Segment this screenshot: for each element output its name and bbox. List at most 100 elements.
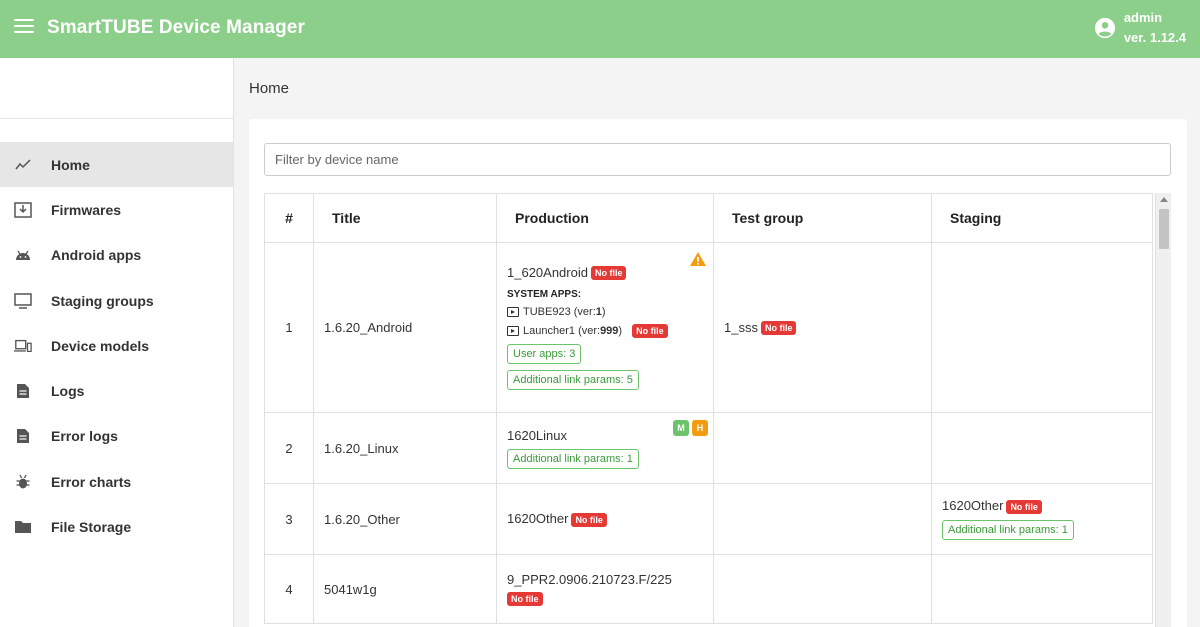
sidebar-item-label: Firmwares (51, 201, 122, 218)
mh-flags: M H (670, 420, 708, 436)
column-header-production[interactable]: Production (496, 193, 714, 243)
menu-icon[interactable] (14, 19, 34, 39)
trend-line-icon (14, 156, 32, 174)
version-suffix: ) (601, 306, 606, 319)
production-cell: 1620Other No file (496, 483, 714, 555)
table-header-row: # Title Production Test group Staging (264, 193, 1153, 243)
app-play-icon (507, 326, 519, 337)
production-cell: M H 1620Linux Additional link params: 1 (496, 412, 714, 484)
test-group-cell (713, 483, 932, 555)
document-icon (14, 427, 32, 445)
no-file-badge: No file (590, 266, 627, 281)
column-header-number[interactable]: # (264, 193, 314, 243)
table-scrollbar[interactable] (1155, 193, 1171, 627)
system-apps-title: SYSTEM APPS: (507, 289, 582, 301)
firmware-name[interactable]: 1620Other (942, 498, 1003, 513)
user-name: admin (1123, 10, 1163, 25)
sidebar-item-label: Staging groups (51, 292, 154, 309)
app-version: ver. 1.12.4 (1123, 30, 1186, 45)
sidebar-item-file-storage[interactable]: File Storage (0, 504, 233, 549)
staging-cell: 1620Other No file Additional link params:… (931, 483, 1153, 555)
sidebar-item-label: Error charts (51, 473, 132, 490)
firmware-name[interactable]: 9_PPR2.0906.210723.F/225 (507, 572, 703, 587)
table-row[interactable]: 2 1.6.20_Linux M H 1620Linux Additional … (264, 412, 1153, 484)
h-flag-badge: H (692, 420, 708, 436)
version-prefix: (ver: (578, 325, 601, 338)
system-app-name: TUBE923 (523, 306, 571, 319)
devices-table-container: # Title Production Test group Staging 1 … (264, 193, 1171, 627)
column-header-staging[interactable]: Staging (931, 193, 1153, 243)
production-cell: 1_620Android No file SYSTEM APPS: TUBE923… (496, 242, 714, 413)
monitor-icon (14, 292, 32, 310)
firmware-name[interactable]: 1_620Android (507, 265, 588, 280)
sidebar-item-staging-groups[interactable]: Staging groups (0, 278, 233, 323)
row-number: 2 (264, 412, 314, 484)
sidebar-item-label: Error logs (51, 428, 118, 445)
version-prefix: (ver: (573, 306, 596, 319)
folder-icon (14, 518, 32, 536)
system-app-item: TUBE923 (ver: 1) (507, 306, 703, 318)
device-title[interactable]: 1.6.20_Other (313, 483, 497, 555)
table-row[interactable]: 4 5041w1g 9_PPR2.0906.210723.F/225 No fi… (264, 554, 1153, 624)
sidebar-item-label: Home (51, 156, 90, 173)
android-icon (14, 246, 32, 264)
warning-icon[interactable] (689, 251, 707, 267)
sidebar-item-label: File Storage (51, 519, 132, 536)
link-params-chip[interactable]: Additional link params: 5 (507, 370, 639, 391)
firmware-name[interactable]: 1_sss (724, 320, 758, 335)
version-suffix: ) (618, 325, 623, 338)
sidebar-item-android-apps[interactable]: Android apps (0, 233, 233, 278)
column-header-title[interactable]: Title (313, 193, 497, 243)
scrollbar-thumb[interactable] (1159, 209, 1169, 249)
test-group-cell: 1_sss No file (713, 242, 932, 413)
system-app-version: 999 (600, 325, 619, 338)
devices-table: # Title Production Test group Staging 1 … (264, 193, 1153, 624)
device-title[interactable]: 5041w1g (313, 554, 497, 624)
app-title: SmartTUBE Device Manager (47, 17, 305, 38)
no-file-badge: No file (632, 324, 668, 339)
devices-icon (14, 337, 32, 355)
link-params-chip[interactable]: Additional link params: 1 (507, 448, 639, 469)
staging-cell (931, 412, 1153, 484)
table-row[interactable]: 1 1.6.20_Android 1_620Android No file SYS… (264, 242, 1153, 413)
document-icon (14, 382, 32, 400)
system-app-name: Launcher1 (523, 325, 575, 338)
sidebar-item-firmwares[interactable]: Firmwares (0, 187, 233, 232)
sidebar-item-logs[interactable]: Logs (0, 368, 233, 413)
top-app-bar: SmartTUBE Device Manager admin ver. 1.12… (0, 0, 1200, 58)
table-row[interactable]: 3 1.6.20_Other 1620Other No file 1620Othe… (264, 483, 1153, 555)
test-group-cell (713, 554, 932, 624)
staging-cell (931, 242, 1153, 413)
device-title[interactable]: 1.6.20_Android (313, 242, 497, 413)
sidebar-item-device-models[interactable]: Device models (0, 323, 233, 368)
sidebar: Home Firmwares Android apps Staging grou… (0, 58, 234, 627)
row-number: 3 (264, 483, 314, 555)
app-play-icon (507, 307, 519, 318)
sidebar-nav: Home Firmwares Android apps Staging grou… (0, 142, 233, 550)
no-file-badge: No file (760, 321, 797, 336)
link-params-chip[interactable]: Additional link params: 1 (942, 519, 1074, 540)
user-apps-chip[interactable]: User apps: 3 (507, 344, 582, 365)
devices-card: # Title Production Test group Staging 1 … (249, 119, 1187, 627)
production-cell: 9_PPR2.0906.210723.F/225 No file (496, 554, 714, 624)
sidebar-item-label: Logs (51, 383, 85, 400)
sidebar-item-error-charts[interactable]: Error charts (0, 459, 233, 504)
breadcrumb: Home (249, 80, 290, 97)
test-group-cell (713, 412, 932, 484)
account-circle-icon[interactable] (1094, 17, 1116, 39)
staging-cell (931, 554, 1153, 624)
firmware-name[interactable]: 1620Other (507, 511, 568, 526)
row-number: 1 (264, 242, 314, 413)
filter-input[interactable] (264, 143, 1171, 176)
column-header-test-group[interactable]: Test group (713, 193, 932, 243)
sidebar-item-label: Android apps (51, 247, 142, 264)
row-number: 4 (264, 554, 314, 624)
no-file-badge: No file (507, 591, 543, 606)
sidebar-item-home[interactable]: Home (0, 142, 233, 188)
sidebar-item-error-logs[interactable]: Error logs (0, 414, 233, 459)
device-title[interactable]: 1.6.20_Linux (313, 412, 497, 484)
account-menu[interactable]: admin ver. 1.12.4 (1094, 8, 1186, 48)
m-flag-badge: M (673, 420, 689, 436)
scroll-up-arrow-icon[interactable] (1160, 197, 1168, 202)
bug-icon (14, 473, 32, 491)
